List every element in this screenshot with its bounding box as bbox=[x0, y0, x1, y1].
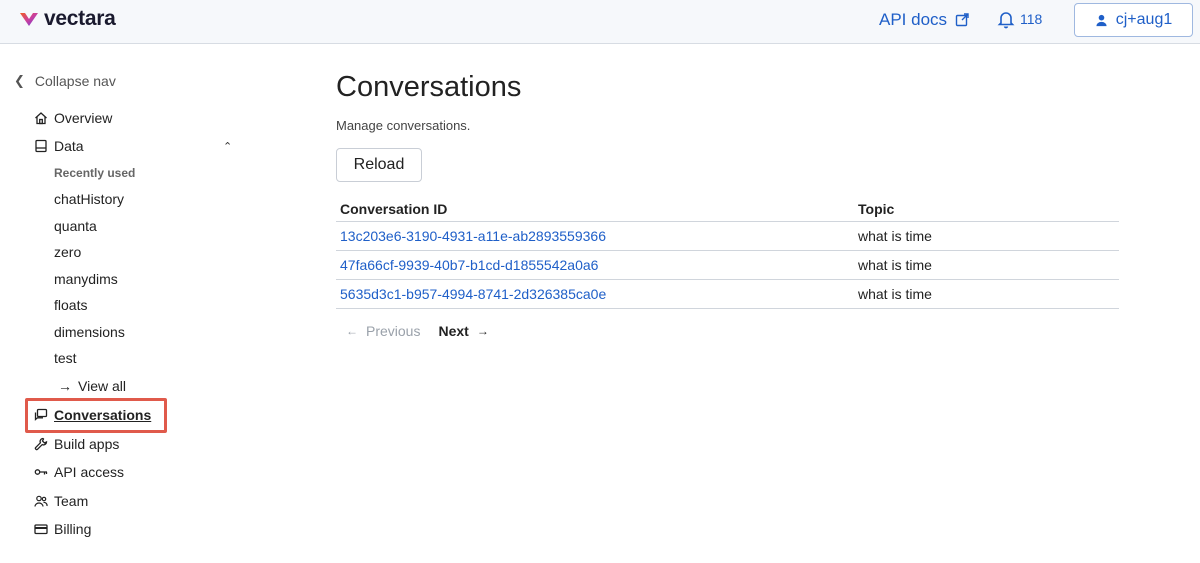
collapse-nav-button[interactable]: ❮ Collapse nav bbox=[14, 73, 116, 89]
sidebar-item-billing[interactable]: Billing bbox=[34, 521, 91, 537]
people-icon bbox=[34, 494, 48, 508]
corpus-item[interactable]: chatHistory bbox=[54, 191, 124, 207]
arrow-left-icon: ← bbox=[346, 324, 358, 338]
top-header: vectara API docs 118 cj+aug1 bbox=[0, 0, 1200, 44]
user-menu-button[interactable]: cj+aug1 bbox=[1074, 3, 1193, 37]
bell-icon bbox=[997, 12, 1015, 29]
arrow-right-icon: → bbox=[476, 324, 489, 338]
sidebar-item-label: Billing bbox=[54, 521, 92, 537]
next-page-button[interactable]: Next → bbox=[438, 323, 488, 339]
conversation-id-link[interactable]: 47fa66cf-9939-40b7-b1cd-d1855542a0a6 bbox=[340, 257, 598, 273]
credit-card-icon bbox=[34, 522, 48, 536]
table-row: 13c203e6-3190-4931-a11e-ab2893559366 wha… bbox=[336, 222, 1119, 251]
notifications-button[interactable]: 118 bbox=[996, 9, 1042, 29]
wrench-icon bbox=[34, 437, 48, 451]
collapse-nav-label: Collapse nav bbox=[34, 73, 116, 89]
conversation-topic: what is time bbox=[858, 257, 932, 273]
database-icon bbox=[34, 139, 48, 153]
vectara-logo[interactable]: vectara bbox=[18, 7, 116, 31]
vectara-logo-icon bbox=[20, 13, 38, 26]
corpus-item[interactable]: test bbox=[54, 350, 77, 366]
sidebar-item-overview[interactable]: Overview bbox=[34, 110, 112, 126]
api-docs-label: API docs bbox=[879, 10, 948, 29]
corpus-item[interactable]: dimensions bbox=[54, 324, 125, 340]
sidebar-item-label: Conversations bbox=[54, 407, 152, 423]
api-docs-link[interactable]: API docs bbox=[879, 10, 969, 30]
brand-name: vectara bbox=[44, 7, 116, 30]
conversations-table: Conversation ID Topic 13c203e6-3190-4931… bbox=[336, 196, 1119, 309]
external-link-icon bbox=[955, 13, 969, 27]
sidebar-item-build-apps[interactable]: Build apps bbox=[34, 436, 119, 452]
notifications-count: 118 bbox=[1020, 11, 1043, 27]
table-row: 47fa66cf-9939-40b7-b1cd-d1855542a0a6 wha… bbox=[336, 251, 1119, 280]
page-title: Conversations bbox=[336, 71, 522, 103]
corpus-item[interactable]: floats bbox=[54, 297, 87, 313]
user-icon bbox=[1096, 14, 1107, 26]
key-icon bbox=[34, 465, 48, 479]
sidebar-item-api-access[interactable]: API access bbox=[34, 464, 124, 480]
table-header: Conversation ID Topic bbox=[336, 196, 1119, 222]
corpus-item[interactable]: zero bbox=[54, 244, 81, 260]
arrow-right-icon: → bbox=[58, 378, 72, 394]
column-header-conversation-id: Conversation ID bbox=[340, 200, 448, 217]
table-row: 5635d3c1-b957-4994-8741-2d326385ca0e wha… bbox=[336, 280, 1119, 309]
conversation-topic: what is time bbox=[858, 228, 932, 244]
home-icon bbox=[34, 111, 48, 125]
conversation-topic: what is time bbox=[858, 286, 932, 302]
reload-button[interactable]: Reload bbox=[336, 148, 422, 182]
sidebar-item-conversations[interactable]: Conversations bbox=[34, 407, 151, 423]
view-all-label: View all bbox=[78, 378, 126, 394]
sidebar-item-label: Team bbox=[54, 493, 89, 509]
sidebar-item-label: Data bbox=[54, 138, 84, 154]
next-label: Next bbox=[438, 323, 469, 339]
chevron-up-icon[interactable]: ⌃ bbox=[223, 140, 232, 153]
pagination: ← Previous Next → bbox=[346, 323, 489, 339]
sidebar-item-data[interactable]: Data bbox=[34, 138, 84, 154]
previous-page-button: ← Previous bbox=[346, 323, 420, 339]
view-all-link[interactable]: → View all bbox=[58, 378, 126, 394]
corpus-item[interactable]: quanta bbox=[54, 218, 97, 234]
corpus-item[interactable]: manydims bbox=[54, 271, 118, 287]
previous-label: Previous bbox=[366, 323, 421, 339]
recently-used-label: Recently used bbox=[54, 166, 136, 180]
conversation-id-link[interactable]: 5635d3c1-b957-4994-8741-2d326385ca0e bbox=[340, 286, 606, 302]
column-header-topic: Topic bbox=[858, 200, 895, 217]
sidebar-item-label: Overview bbox=[54, 110, 113, 126]
conversation-id-link[interactable]: 13c203e6-3190-4931-a11e-ab2893559366 bbox=[340, 228, 606, 244]
page-subtitle: Manage conversations. bbox=[336, 118, 471, 133]
chevron-left-icon: ❮ bbox=[14, 73, 25, 88]
chat-icon bbox=[34, 408, 48, 422]
sidebar-item-team[interactable]: Team bbox=[34, 493, 88, 509]
sidebar-item-label: Build apps bbox=[54, 436, 120, 452]
sidebar-item-label: API access bbox=[54, 464, 125, 480]
user-name: cj+aug1 bbox=[1115, 11, 1173, 28]
